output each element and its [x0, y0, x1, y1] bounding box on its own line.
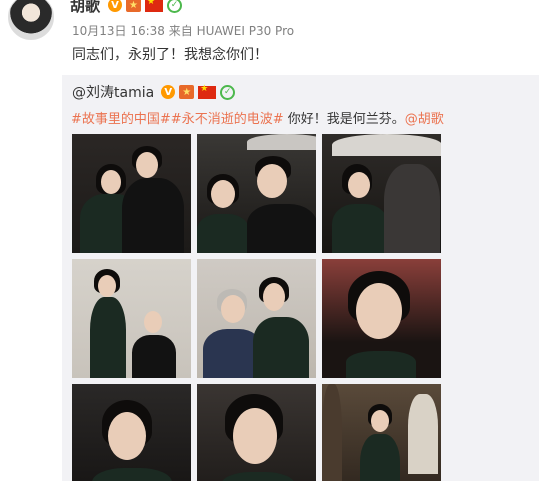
hashtag-link[interactable]: #永不消逝的电波#	[171, 112, 284, 127]
figure-shape	[332, 134, 441, 156]
figure-shape	[221, 295, 245, 323]
member-star-icon: ★	[126, 0, 142, 12]
checkmark-icon: ✓	[167, 0, 183, 13]
figure-shape	[136, 152, 158, 178]
figure-shape	[356, 283, 402, 339]
verified-v-icon: V	[161, 85, 176, 99]
photo-thumbnail[interactable]	[197, 134, 316, 253]
figure-shape	[101, 170, 121, 194]
figure-shape	[263, 283, 285, 311]
repost-header: @刘涛tamia V ★ ✓	[72, 82, 236, 102]
member-star-icon: ★	[179, 85, 195, 99]
figure-shape	[348, 172, 370, 198]
figure-shape	[92, 468, 172, 481]
repost-card[interactable]: @刘涛tamia V ★ ✓ #故事里的中国##永不消逝的电波# 你好！我是何兰…	[62, 75, 539, 481]
figure-shape	[253, 317, 309, 378]
figure-shape	[384, 164, 440, 253]
checkmark-icon: ✓	[220, 84, 236, 100]
figure-shape	[98, 275, 116, 297]
post-username[interactable]: 胡歌	[70, 0, 100, 16]
figure-shape	[360, 434, 400, 481]
weibo-post: 胡歌 V ★ ✓ 10月13日 16:38 来自 HUAWEI P30 Pro …	[0, 0, 539, 481]
verified-v-icon: V	[108, 0, 123, 12]
photo-thumbnail[interactable]	[72, 384, 191, 481]
figure-shape	[408, 394, 438, 474]
figure-shape	[371, 410, 389, 432]
photo-thumbnail[interactable]	[322, 384, 441, 481]
figure-shape	[122, 178, 184, 253]
repost-text: #故事里的中国##永不消逝的电波# 你好！我是何兰芬。@胡歌	[71, 108, 444, 127]
china-flag-icon	[198, 84, 217, 99]
repost-username[interactable]: @刘涛tamia	[72, 82, 154, 102]
figure-shape	[197, 214, 249, 253]
figure-shape	[108, 412, 146, 460]
figure-shape	[257, 164, 287, 198]
figure-shape	[221, 472, 295, 481]
hashtag-link[interactable]: #故事里的中国#	[71, 112, 171, 127]
photo-thumbnail[interactable]	[197, 259, 316, 378]
photo-thumbnail[interactable]	[197, 384, 316, 481]
figure-shape	[332, 204, 388, 253]
figure-shape	[90, 297, 126, 378]
china-flag-icon	[145, 0, 164, 12]
figure-shape	[346, 351, 416, 378]
figure-shape	[233, 408, 277, 464]
photo-thumbnail[interactable]	[72, 134, 191, 253]
figure-shape	[322, 384, 342, 481]
figure-shape	[144, 311, 162, 333]
photo-thumbnail[interactable]	[72, 259, 191, 378]
mention-link[interactable]: @胡歌	[405, 112, 444, 127]
figure-shape	[247, 204, 316, 253]
photo-thumbnail[interactable]	[322, 134, 441, 253]
post-text: 同志们，永别了！我想念你们！	[72, 47, 268, 63]
post-meta[interactable]: 10月13日 16:38 来自 HUAWEI P30 Pro	[72, 22, 294, 39]
figure-shape	[247, 134, 316, 150]
figure-shape	[132, 335, 176, 378]
image-grid	[72, 134, 441, 481]
user-avatar[interactable]	[8, 0, 54, 40]
repost-body: 你好！我是何兰芬。	[283, 112, 405, 127]
photo-thumbnail[interactable]	[322, 259, 441, 378]
post-header: 胡歌 V ★ ✓	[70, 0, 183, 16]
figure-shape	[211, 180, 235, 208]
